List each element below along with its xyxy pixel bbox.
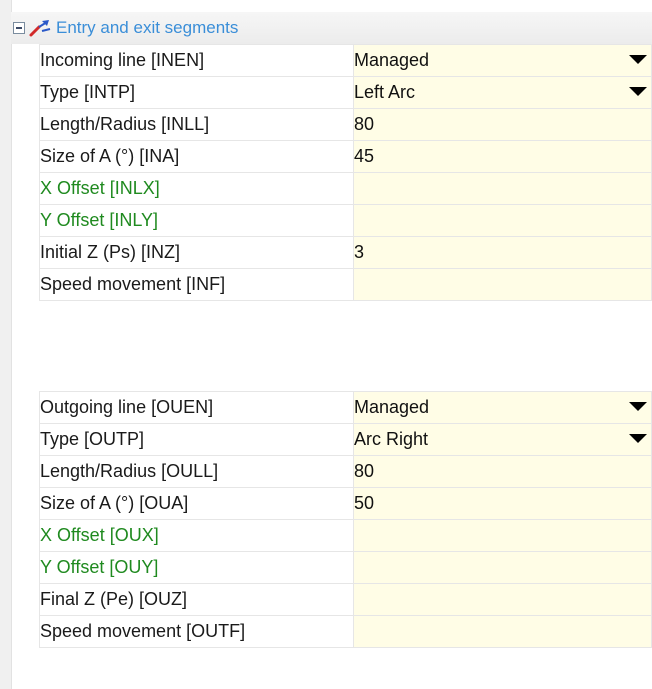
property-input[interactable] — [353, 583, 652, 616]
section-title: Entry and exit segments — [56, 18, 239, 37]
property-label: Y Offset [INLY] — [39, 204, 354, 237]
property-label: Speed movement [INF] — [39, 268, 354, 301]
left-gutter — [0, 0, 12, 689]
property-row-oux: X Offset [OUX] — [39, 519, 652, 552]
property-label: Initial Z (Ps) [INZ] — [39, 236, 354, 269]
property-row-inlx: X Offset [INLX] — [39, 172, 652, 205]
property-row-outf: Speed movement [OUTF] — [39, 615, 652, 648]
property-row-ouz: Final Z (Pe) [OUZ] — [39, 583, 652, 616]
property-value: Arc Right — [354, 429, 429, 449]
property-select[interactable]: Managed — [353, 44, 652, 77]
property-label: Type [INTP] — [39, 76, 354, 109]
dropdown-arrow-icon[interactable] — [629, 87, 647, 96]
property-select[interactable]: Managed — [353, 391, 652, 424]
property-row-oull: Length/Radius [OULL] 80 — [39, 455, 652, 488]
property-row-inll: Length/Radius [INLL] 80 — [39, 108, 652, 141]
property-row-ouen: Outgoing line [OUEN] Managed — [39, 391, 652, 424]
property-label: Y Offset [OUY] — [39, 551, 354, 584]
property-label: Outgoing line [OUEN] — [39, 391, 354, 424]
pen-arrow-icon — [29, 20, 51, 37]
incoming-properties-table: Incoming line [INEN] Managed Type [INTP] Le… — [39, 44, 652, 301]
property-label: Size of A (°) [OUA] — [39, 487, 354, 520]
property-label: Size of A (°) [INA] — [39, 140, 354, 173]
property-row-ina: Size of A (°) [INA] 45 — [39, 140, 652, 173]
collapse-toggle[interactable] — [13, 22, 25, 34]
property-input[interactable]: 50 — [353, 487, 652, 520]
property-input[interactable] — [353, 204, 652, 237]
property-label: Length/Radius [INLL] — [39, 108, 354, 141]
property-label: Final Z (Pe) [OUZ] — [39, 583, 354, 616]
property-row-inz: Initial Z (Ps) [INZ] 3 — [39, 236, 652, 269]
property-input[interactable]: 80 — [353, 108, 652, 141]
property-row-inf: Speed movement [INF] — [39, 268, 652, 301]
property-row-inen: Incoming line [INEN] Managed — [39, 44, 652, 77]
property-row-inly: Y Offset [INLY] — [39, 204, 652, 237]
property-label: X Offset [INLX] — [39, 172, 354, 205]
property-value: Left Arc — [354, 82, 416, 102]
property-row-oua: Size of A (°) [OUA] 50 — [39, 487, 652, 520]
property-input[interactable] — [353, 615, 652, 648]
outgoing-properties-table: Outgoing line [OUEN] Managed Type [OUTP] Ar… — [39, 391, 652, 648]
property-select[interactable]: Left Arc — [353, 76, 652, 109]
property-row-outp: Type [OUTP] Arc Right — [39, 423, 652, 456]
property-input[interactable] — [353, 551, 652, 584]
property-row-intp: Type [INTP] Left Arc — [39, 76, 652, 109]
property-label: Length/Radius [OULL] — [39, 455, 354, 488]
property-label: Type [OUTP] — [39, 423, 354, 456]
minus-icon — [16, 27, 22, 29]
dropdown-arrow-icon[interactable] — [629, 402, 647, 411]
dropdown-arrow-icon[interactable] — [629, 434, 647, 443]
property-input[interactable]: 80 — [353, 455, 652, 488]
property-value: 45 — [354, 146, 375, 166]
property-label: Incoming line [INEN] — [39, 44, 354, 77]
property-value: Managed — [354, 50, 430, 70]
property-label: X Offset [OUX] — [39, 519, 354, 552]
property-input[interactable] — [353, 519, 652, 552]
property-row-ouy: Y Offset [OUY] — [39, 551, 652, 584]
property-input[interactable]: 45 — [353, 140, 652, 173]
property-label: Speed movement [OUTF] — [39, 615, 354, 648]
property-value: 3 — [354, 242, 365, 262]
property-input[interactable] — [353, 268, 652, 301]
property-input[interactable]: 3 — [353, 236, 652, 269]
property-value: 80 — [354, 461, 375, 481]
section-header: Entry and exit segments — [11, 12, 652, 44]
property-input[interactable] — [353, 172, 652, 205]
property-value: Managed — [354, 397, 430, 417]
dropdown-arrow-icon[interactable] — [629, 55, 647, 64]
property-select[interactable]: Arc Right — [353, 423, 652, 456]
property-value: 80 — [354, 114, 375, 134]
property-value: 50 — [354, 493, 375, 513]
